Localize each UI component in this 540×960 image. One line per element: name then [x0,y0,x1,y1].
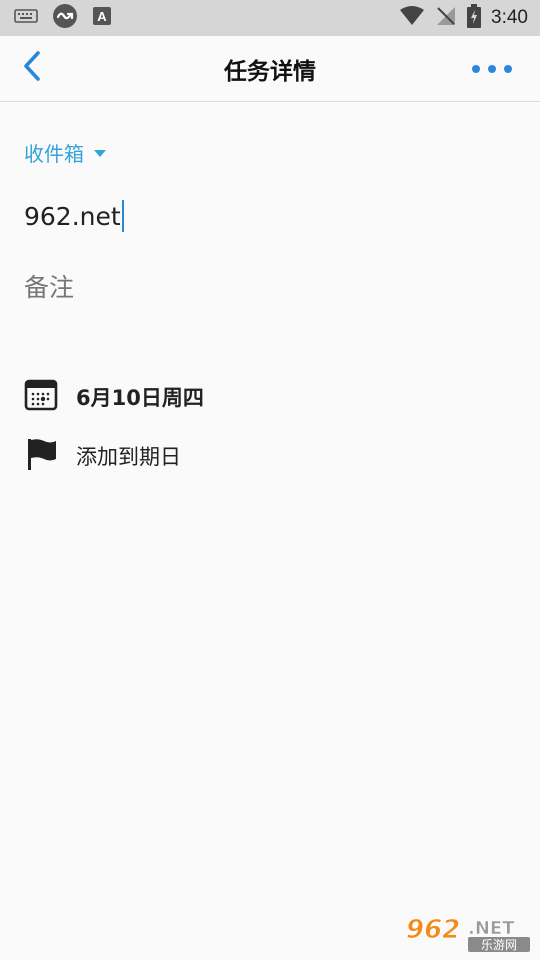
calendar-icon [24,379,58,415]
status-time: 3:40 [491,7,528,28]
a-notification-icon: A [92,6,112,30]
watermark-logo: 962 .NET 乐游网 [402,910,534,954]
app-loop-icon [52,3,78,33]
reminder-date-row[interactable]: 6月10日周四 [24,377,504,417]
status-bar: A 3:40 [0,0,540,36]
reminder-date-label: 6月10日周四 [76,386,204,410]
page-title: 任务详情 [224,59,316,85]
svg-text:.NET: .NET [468,918,515,939]
keyboard-icon [14,8,38,28]
more-dot [504,65,512,73]
task-title-input[interactable]: 962.net [24,196,514,236]
due-date-row[interactable]: 添加到期日 [24,436,504,476]
svg-text:A: A [97,9,107,24]
chevron-left-icon [21,50,43,86]
back-button[interactable] [14,50,50,86]
svg-text:乐游网: 乐游网 [481,938,517,952]
list-selector-label: 收件箱 [24,141,84,166]
due-date-label: 添加到期日 [76,445,181,469]
note-input[interactable]: 备注 [24,266,514,306]
caret-down-icon [94,149,106,157]
text-cursor [121,200,124,232]
more-dot [472,65,480,73]
battery-icon [467,4,482,32]
more-dot [488,65,496,73]
more-button[interactable] [472,56,512,82]
no-signal-icon [435,5,457,31]
wifi-icon [399,6,425,30]
note-placeholder: 备注 [24,273,75,302]
task-title-text: 962.net [24,201,121,231]
list-selector[interactable]: 收件箱 [24,136,106,168]
svg-text:962: 962 [406,915,460,945]
app-bar: 任务详情 [0,36,540,102]
flag-icon [24,437,58,475]
